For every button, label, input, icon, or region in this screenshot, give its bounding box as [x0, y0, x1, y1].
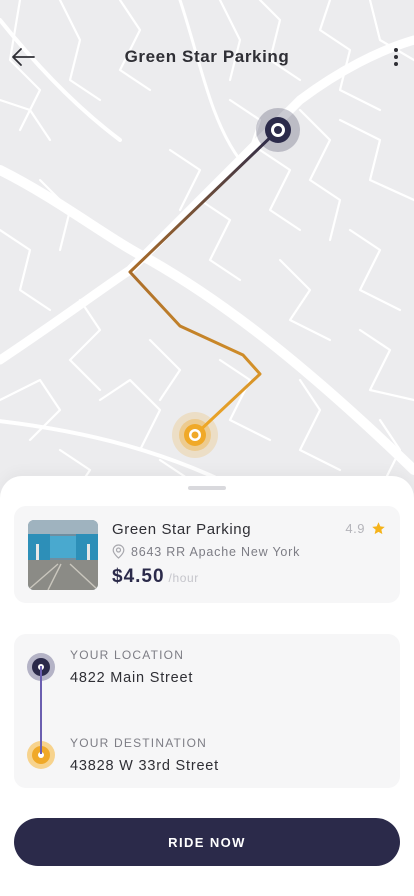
more-vertical-icon [394, 48, 398, 52]
more-dot [394, 55, 398, 59]
rating-value: 4.9 [345, 521, 365, 536]
star-icon [372, 522, 385, 535]
parking-thumbnail [28, 520, 98, 590]
map-origin-marker [256, 108, 300, 152]
ride-now-button[interactable]: RIDE NOW [14, 818, 400, 866]
parking-name: Green Star Parking [112, 521, 252, 538]
destination-value[interactable]: 43828 W 33rd Street [70, 758, 219, 774]
arrow-left-icon [12, 48, 35, 66]
route-card: YOUR LOCATION 4822 Main Street YOUR DEST… [14, 634, 400, 788]
origin-label: YOUR LOCATION [70, 648, 185, 662]
price-row: $4.50 /hour [112, 566, 199, 588]
back-button[interactable] [8, 42, 38, 72]
rating: 4.9 [345, 521, 386, 536]
page-title: Green Star Parking [124, 47, 290, 66]
sheet-drag-handle[interactable] [188, 486, 226, 490]
route-path [128, 128, 280, 437]
origin-value[interactable]: 4822 Main Street [70, 670, 193, 686]
bottom-sheet[interactable]: Green Star Parking 4.9 8643 RR Apache Ne… [0, 476, 414, 896]
top-bar: Green Star Parking [0, 30, 414, 86]
more-options-button[interactable] [384, 42, 408, 72]
price-value: $4.50 [112, 566, 165, 587]
map-destination-marker [172, 412, 218, 458]
location-pin-icon [112, 544, 125, 559]
more-dot [394, 62, 398, 66]
destination-label: YOUR DESTINATION [70, 736, 207, 750]
address-text: 8643 RR Apache New York [131, 544, 301, 559]
route-connector-line [40, 666, 42, 754]
price-unit: /hour [168, 571, 199, 585]
parking-address: 8643 RR Apache New York [112, 544, 300, 559]
parking-card[interactable]: Green Star Parking 4.9 8643 RR Apache Ne… [14, 506, 400, 603]
